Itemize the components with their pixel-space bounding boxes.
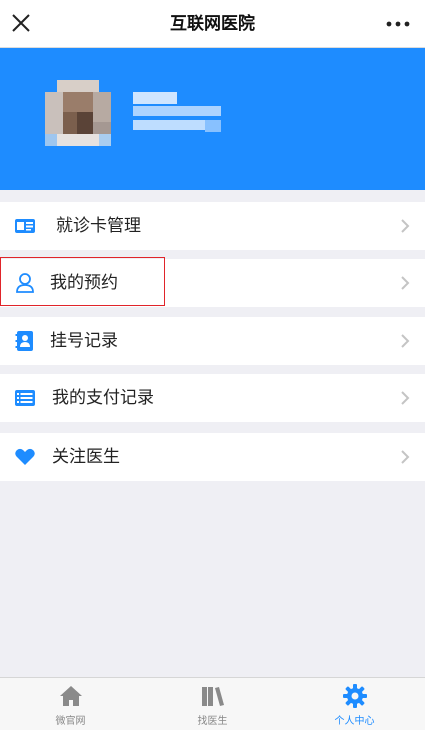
- tab-label: 找医生: [197, 716, 228, 727]
- home-icon: [59, 686, 82, 706]
- gear-icon: [342, 684, 367, 708]
- contact-book-icon: [15, 331, 33, 351]
- menu-item-payment-records[interactable]: 我的支付记录: [0, 374, 425, 422]
- menu-item-label: 就诊卡管理: [56, 216, 141, 236]
- bottom-tab-bar: 微官网 找医生 个人中心: [0, 677, 425, 730]
- books-icon: [201, 687, 224, 706]
- chevron-right-icon: [401, 450, 410, 464]
- tab-personal-center[interactable]: 个人中心: [284, 678, 425, 730]
- chevron-right-icon: [401, 391, 410, 405]
- top-bar: 互联网医院: [0, 0, 425, 48]
- menu-item-label: 挂号记录: [50, 331, 118, 351]
- menu-item-followed-doctors[interactable]: 关注医生: [0, 433, 425, 481]
- menu-item-card-management[interactable]: 就诊卡管理: [0, 202, 425, 250]
- chevron-right-icon: [401, 276, 410, 290]
- page-title: 互联网医院: [170, 14, 255, 34]
- tab-micro-site[interactable]: 微官网: [0, 678, 141, 730]
- heart-icon: [15, 448, 35, 465]
- avatar[interactable]: [45, 80, 111, 146]
- tab-label: 微官网: [55, 716, 86, 727]
- chevron-right-icon: [401, 334, 410, 348]
- profile-header: [0, 48, 425, 190]
- tab-find-doctor[interactable]: 找医生: [142, 678, 283, 730]
- chevron-right-icon: [401, 219, 410, 233]
- menu-item-label: 我的支付记录: [52, 388, 154, 408]
- id-card-icon: [15, 219, 35, 233]
- list-card-icon: [15, 390, 35, 406]
- highlight-box: [0, 257, 165, 306]
- menu-item-label: 关注医生: [52, 447, 120, 467]
- tab-label: 个人中心: [334, 716, 375, 727]
- menu-item-registration-records[interactable]: 挂号记录: [0, 317, 425, 365]
- more-options-icon[interactable]: [385, 13, 411, 35]
- username-blurred: [133, 92, 223, 140]
